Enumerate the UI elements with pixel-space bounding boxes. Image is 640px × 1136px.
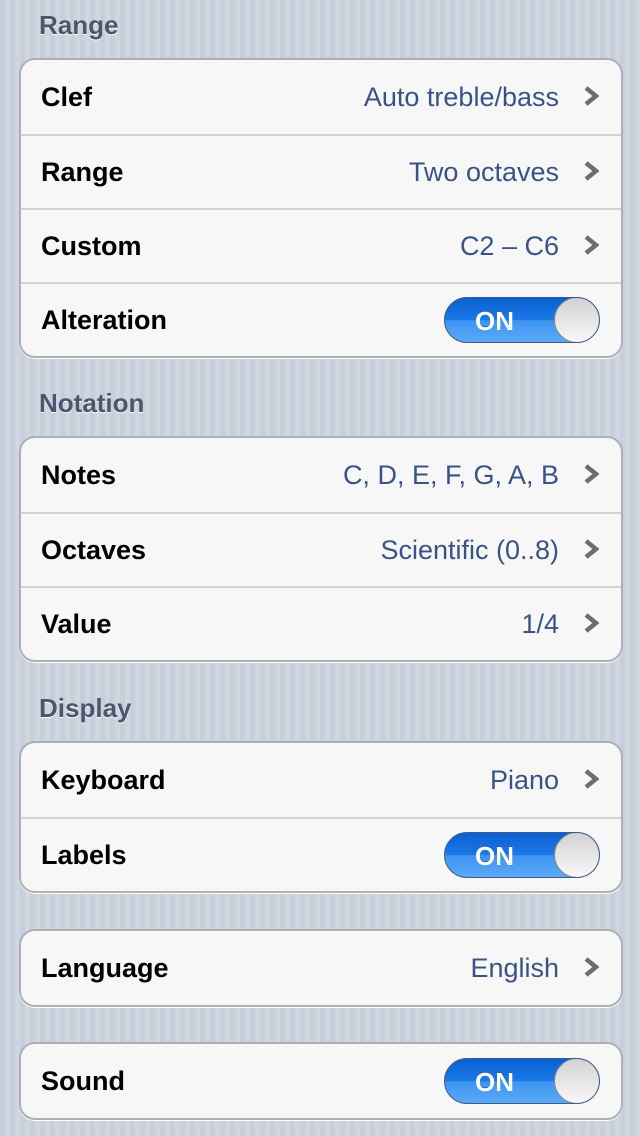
row-label: Notes bbox=[41, 459, 117, 490]
toggle-knob[interactable] bbox=[554, 298, 599, 342]
row-label: Keyboard bbox=[41, 764, 166, 795]
row-value: Auto treble/bass bbox=[363, 81, 559, 112]
toggle-on-text: ON bbox=[475, 306, 514, 336]
toggle-on-text: ON bbox=[475, 841, 514, 871]
row-label: Range bbox=[41, 156, 124, 187]
row-value: Piano bbox=[489, 764, 559, 795]
chevron-right-icon bbox=[584, 957, 599, 977]
row-label: Alteration bbox=[41, 304, 168, 335]
row-value: C, D, E, F, G, A, B bbox=[342, 459, 559, 490]
row-value[interactable]: Value 1/4 bbox=[21, 586, 621, 660]
chevron-right-icon bbox=[584, 613, 599, 633]
group-sound: Sound ON bbox=[19, 1042, 623, 1120]
row-octaves[interactable]: Octaves Scientific (0..8) bbox=[21, 512, 621, 586]
labels-toggle[interactable]: ON bbox=[444, 832, 600, 878]
row-label: Labels bbox=[41, 839, 127, 870]
sound-toggle[interactable]: ON bbox=[444, 1058, 600, 1104]
row-sound: Sound ON bbox=[21, 1044, 621, 1118]
row-label: Value bbox=[41, 608, 112, 639]
row-value: C2 – C6 bbox=[459, 230, 559, 261]
group-display: Keyboard Piano Labels ON bbox=[19, 741, 623, 893]
row-value: Two octaves bbox=[408, 156, 559, 187]
alteration-toggle[interactable]: ON bbox=[444, 297, 600, 343]
group-range: Clef Auto treble/bass Range Two octaves … bbox=[19, 58, 623, 358]
chevron-right-icon bbox=[584, 539, 599, 559]
row-label: Sound bbox=[41, 1065, 125, 1096]
toggle-knob[interactable] bbox=[554, 1059, 599, 1103]
row-notes[interactable]: Notes C, D, E, F, G, A, B bbox=[21, 438, 621, 512]
toggle-knob[interactable] bbox=[554, 833, 599, 877]
group-language: Language English bbox=[19, 929, 623, 1007]
row-range[interactable]: Range Two octaves bbox=[21, 134, 621, 208]
row-keyboard[interactable]: Keyboard Piano bbox=[21, 743, 621, 817]
chevron-right-icon bbox=[584, 86, 599, 106]
row-alteration: Alteration ON bbox=[21, 282, 621, 356]
section-header-display: Display bbox=[39, 693, 132, 723]
row-label: Clef bbox=[41, 81, 93, 112]
group-notation: Notes C, D, E, F, G, A, B Octaves Scient… bbox=[19, 436, 623, 662]
chevron-right-icon bbox=[584, 235, 599, 255]
row-language[interactable]: Language English bbox=[21, 931, 621, 1005]
row-value: Scientific (0..8) bbox=[380, 534, 559, 565]
section-header-range: Range bbox=[39, 10, 119, 40]
chevron-right-icon bbox=[584, 769, 599, 789]
section-header-notation: Notation bbox=[39, 388, 145, 418]
row-labels: Labels ON bbox=[21, 817, 621, 891]
row-label: Language bbox=[41, 952, 169, 983]
row-clef[interactable]: Clef Auto treble/bass bbox=[21, 60, 621, 134]
row-value: English bbox=[470, 952, 559, 983]
row-value-text: 1/4 bbox=[521, 608, 559, 639]
chevron-right-icon bbox=[584, 161, 599, 181]
row-label: Octaves bbox=[41, 534, 147, 565]
chevron-right-icon bbox=[584, 464, 599, 484]
row-label: Custom bbox=[41, 230, 142, 261]
row-custom[interactable]: Custom C2 – C6 bbox=[21, 208, 621, 282]
toggle-on-text: ON bbox=[475, 1067, 514, 1097]
